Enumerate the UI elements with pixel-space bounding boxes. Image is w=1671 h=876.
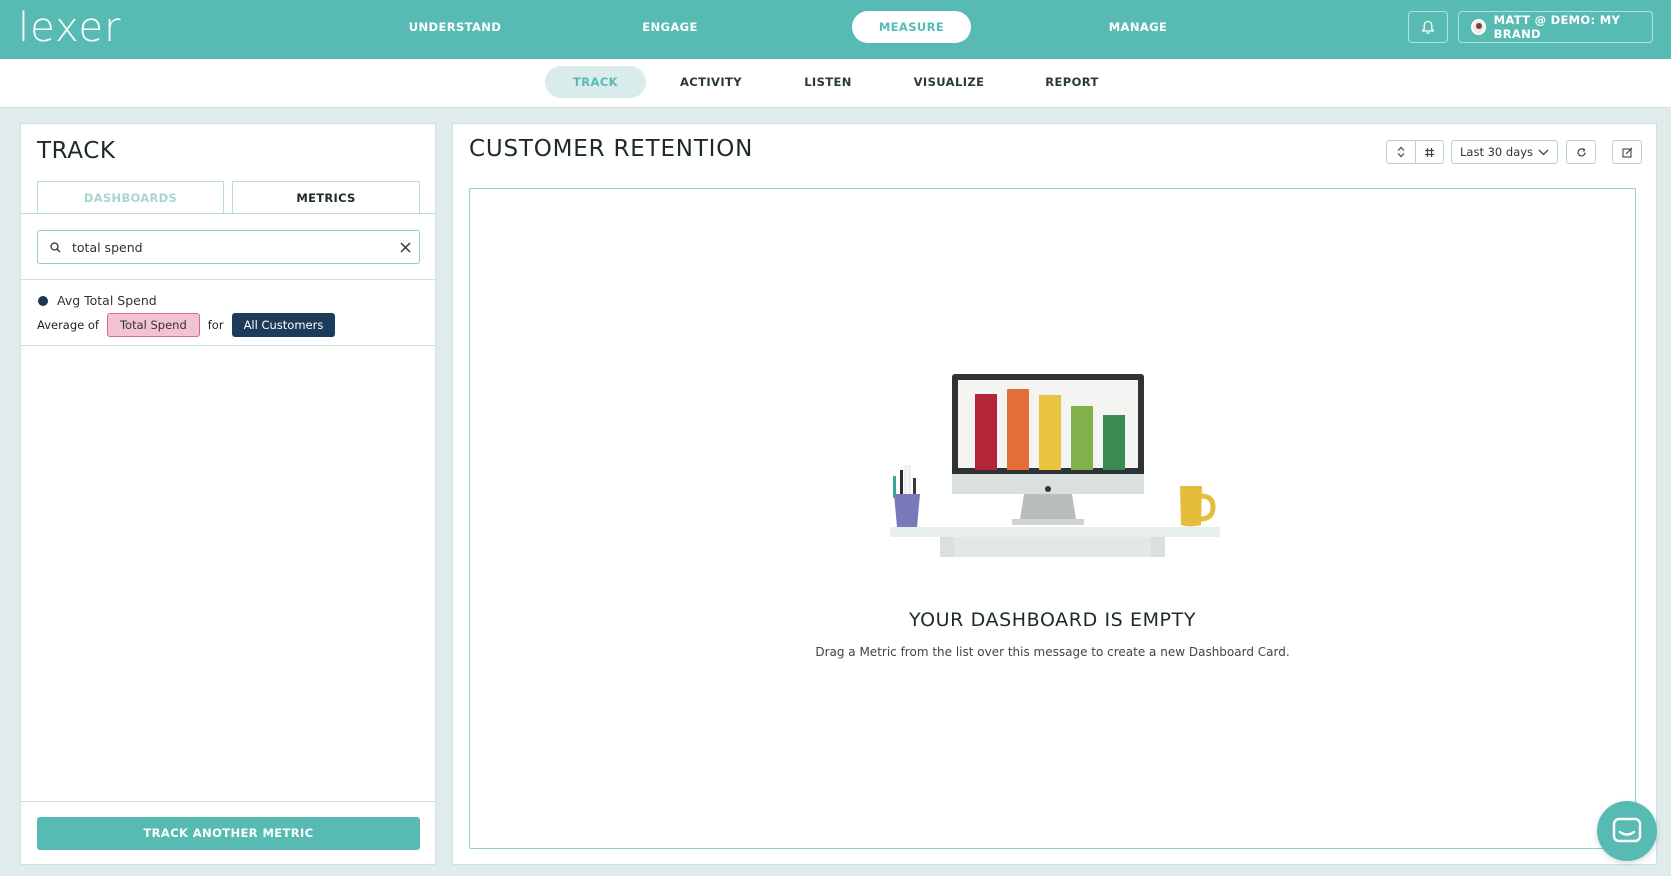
nav-understand[interactable]: UNDERSTAND: [395, 11, 515, 43]
metric-name[interactable]: Avg Total Spend: [57, 293, 157, 308]
user-account-button[interactable]: MATT @ DEMO: MY BRAND: [1458, 11, 1653, 43]
divider: [21, 279, 435, 280]
close-icon[interactable]: [391, 242, 419, 253]
tab-dashboards[interactable]: DASHBOARDS: [37, 181, 224, 214]
search-input[interactable]: [72, 239, 391, 255]
subnav-report[interactable]: REPORT: [1037, 66, 1107, 98]
tab-metrics[interactable]: METRICS: [232, 181, 420, 214]
metric-description[interactable]: Average of Total Spend for All Customers: [37, 313, 336, 337]
avatar: [1471, 19, 1486, 35]
dashboard-drop-zone[interactable]: YOUR DASHBOARD IS EMPTY Drag a Metric fr…: [469, 188, 1636, 849]
edit-toolbar: [1612, 140, 1642, 164]
tab-divider: [21, 213, 435, 214]
subnav-activity[interactable]: ACTIVITY: [676, 66, 746, 98]
segment-pill: All Customers: [231, 313, 336, 337]
search-icon: [38, 241, 72, 253]
metric-connector: for: [207, 318, 224, 332]
metric-prefix: Average of: [37, 318, 99, 332]
refresh-icon[interactable]: [1567, 141, 1595, 163]
metric-search: [37, 230, 420, 264]
layout-toolbar: [1386, 140, 1444, 164]
subnav-listen[interactable]: LISTEN: [793, 66, 863, 98]
divider: [21, 345, 435, 346]
refresh-toolbar: [1566, 140, 1596, 164]
sub-navigation-bar: TRACK ACTIVITY LISTEN VISUALIZE REPORT: [0, 59, 1671, 108]
divider: [21, 801, 435, 802]
notifications-button[interactable]: [1408, 11, 1448, 43]
attribute-pill: Total Spend: [106, 313, 200, 337]
empty-state-message: Drag a Metric from the list over this me…: [815, 645, 1290, 659]
date-range-label: Last 30 days: [1460, 145, 1534, 159]
subnav-visualize[interactable]: VISUALIZE: [909, 66, 989, 98]
track-sidebar: TRACK DASHBOARDS METRICS Avg Total Spend…: [20, 123, 436, 865]
chat-icon: [1612, 817, 1642, 843]
user-label: MATT @ DEMO: MY BRAND: [1493, 13, 1621, 41]
chevron-down-icon: [1538, 149, 1549, 155]
hash-icon[interactable]: [1415, 141, 1443, 163]
empty-dashboard-illustration: [890, 374, 1220, 557]
dashboard-title: CUSTOMER RETENTION: [469, 136, 754, 162]
nav-engage[interactable]: ENGAGE: [610, 11, 730, 43]
bell-icon: [1421, 20, 1435, 34]
dashboard-panel: CUSTOMER RETENTION Last 30 days YOUR DAS…: [452, 123, 1657, 865]
empty-state-title: YOUR DASHBOARD IS EMPTY: [908, 609, 1197, 631]
sidebar-title: TRACK: [37, 138, 116, 164]
lexer-logo[interactable]: lexer: [18, 6, 158, 50]
chat-launcher-button[interactable]: [1597, 801, 1657, 861]
date-range-select[interactable]: Last 30 days: [1451, 140, 1558, 164]
metric-color-dot: [38, 296, 48, 306]
sort-icon[interactable]: [1387, 141, 1415, 163]
subnav-track[interactable]: TRACK: [545, 66, 646, 98]
edit-icon[interactable]: [1613, 141, 1641, 163]
track-another-metric-button[interactable]: TRACK ANOTHER METRIC: [37, 817, 420, 850]
nav-manage[interactable]: MANAGE: [1078, 11, 1198, 43]
top-navigation-bar: lexer UNDERSTAND ENGAGE MEASURE MANAGE M…: [0, 0, 1671, 59]
nav-measure[interactable]: MEASURE: [852, 11, 971, 43]
